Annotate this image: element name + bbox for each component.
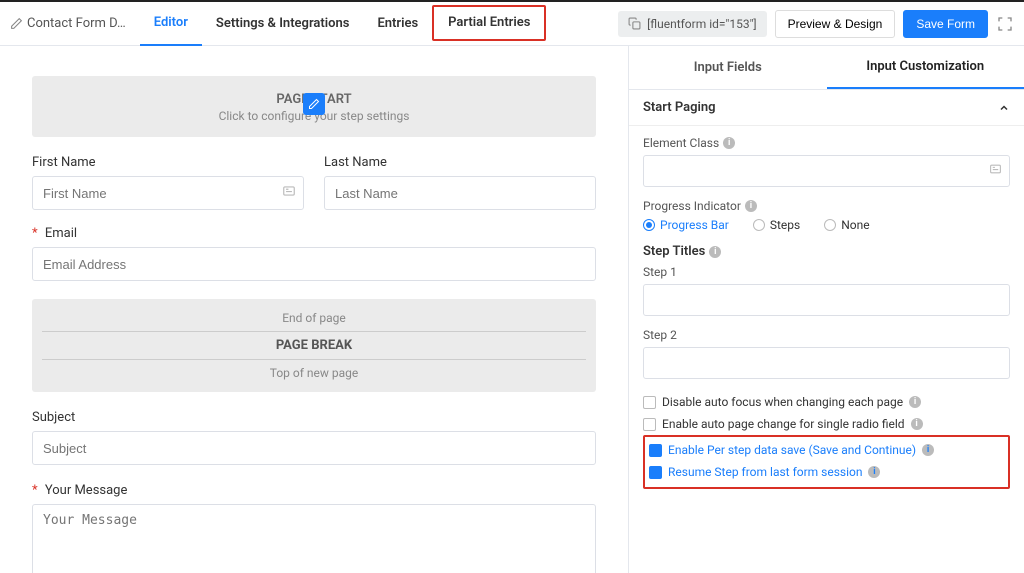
step1-input[interactable] bbox=[643, 284, 1010, 316]
element-class-input[interactable] bbox=[643, 155, 1010, 187]
right-panel: Input Fields Input Customization Start P… bbox=[628, 46, 1024, 573]
tab-entries[interactable]: Entries bbox=[363, 2, 432, 46]
info-icon[interactable]: i bbox=[868, 466, 880, 478]
chevron-up-icon bbox=[998, 102, 1010, 114]
first-name-input[interactable] bbox=[32, 176, 304, 210]
element-class-label: Element Classi bbox=[643, 136, 1010, 150]
step-titles-heading: Step Titlesi bbox=[643, 244, 1010, 259]
form-title-text: Contact Form D… bbox=[27, 16, 126, 31]
card-icon bbox=[989, 163, 1002, 180]
step1-label: Step 1 bbox=[643, 265, 1010, 279]
radio-steps[interactable]: Steps bbox=[753, 218, 800, 232]
email-input[interactable] bbox=[32, 247, 596, 281]
card-icon bbox=[282, 184, 296, 202]
form-builder-canvas: PAGE START Click to configure your step … bbox=[0, 46, 628, 573]
step2-label: Step 2 bbox=[643, 328, 1010, 342]
info-icon[interactable]: i bbox=[709, 246, 721, 258]
check-per-step-save[interactable]: ✓Enable Per step data save (Save and Con… bbox=[649, 439, 1004, 461]
tab-input-customization[interactable]: Input Customization bbox=[827, 46, 1024, 89]
check-disable-autofocus[interactable]: Disable auto focus when changing each pa… bbox=[643, 391, 1010, 413]
section-title: Start Paging bbox=[643, 100, 716, 115]
email-label: * Email bbox=[32, 226, 596, 241]
radio-none[interactable]: None bbox=[824, 218, 869, 232]
top-of-new-page-label: Top of new page bbox=[42, 366, 586, 380]
info-icon[interactable]: i bbox=[922, 444, 934, 456]
copy-icon bbox=[628, 17, 641, 30]
info-icon[interactable]: i bbox=[745, 200, 757, 212]
radio-progress-bar[interactable]: Progress Bar bbox=[643, 218, 729, 232]
shortcode-copy[interactable]: [fluentform id="153"] bbox=[618, 11, 766, 37]
fullscreen-icon[interactable] bbox=[996, 15, 1014, 33]
page-break-title: PAGE BREAK bbox=[42, 338, 586, 353]
check-auto-page-change[interactable]: Enable auto page change for single radio… bbox=[643, 413, 1010, 435]
progress-indicator-label: Progress Indicatori bbox=[643, 199, 1010, 213]
tab-editor[interactable]: Editor bbox=[140, 2, 202, 46]
tab-settings[interactable]: Settings & Integrations bbox=[202, 2, 364, 46]
info-icon[interactable]: i bbox=[909, 396, 921, 408]
shortcode-text: [fluentform id="153"] bbox=[647, 17, 756, 31]
edit-icon[interactable] bbox=[303, 93, 325, 115]
info-icon[interactable]: i bbox=[911, 418, 923, 430]
subject-label: Subject bbox=[32, 410, 596, 425]
info-icon[interactable]: i bbox=[723, 137, 735, 149]
message-label: * Your Message bbox=[32, 483, 596, 498]
subject-input[interactable] bbox=[32, 431, 596, 465]
last-name-label: Last Name bbox=[324, 155, 596, 170]
form-title[interactable]: Contact Form D… bbox=[10, 16, 126, 31]
page-break-block[interactable]: End of page PAGE BREAK Top of new page bbox=[32, 299, 596, 392]
main-tabs: Editor Settings & Integrations Entries P… bbox=[140, 2, 547, 46]
pencil-icon bbox=[10, 17, 23, 30]
save-button[interactable]: Save Form bbox=[903, 10, 988, 38]
last-name-input[interactable] bbox=[324, 176, 596, 210]
end-of-page-label: End of page bbox=[42, 311, 586, 325]
check-resume-step[interactable]: ✓Resume Step from last form sessioni bbox=[649, 461, 1004, 483]
step2-input[interactable] bbox=[643, 347, 1010, 379]
highlighted-options: ✓Enable Per step data save (Save and Con… bbox=[643, 435, 1010, 489]
preview-button[interactable]: Preview & Design bbox=[775, 10, 896, 38]
section-start-paging[interactable]: Start Paging bbox=[629, 90, 1024, 126]
page-start-block[interactable]: PAGE START Click to configure your step … bbox=[32, 76, 596, 137]
tab-partial-entries[interactable]: Partial Entries bbox=[432, 5, 546, 41]
message-textarea[interactable] bbox=[32, 504, 596, 573]
tab-input-fields[interactable]: Input Fields bbox=[629, 46, 827, 89]
first-name-label: First Name bbox=[32, 155, 304, 170]
